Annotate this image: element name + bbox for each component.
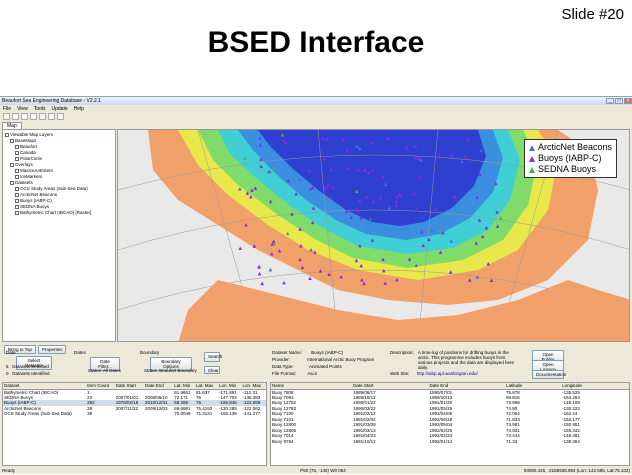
layer-checkbox[interactable] [10, 162, 14, 167]
description-text: A time-log of positions for drifting buo… [418, 350, 515, 370]
window-title: Beaufort Sea Engineering Database - V2.2… [2, 98, 101, 104]
table-cell: 38 [87, 411, 93, 417]
layer-checkbox[interactable] [15, 150, 19, 155]
dataset-name-row: Dataset Name: Buoys (IABP-C) [272, 350, 344, 355]
dataset-details: Dataset Name: Buoys (IABP-C) Provider: I… [270, 350, 630, 380]
layer-checkbox[interactable] [15, 198, 19, 203]
layer-checkbox[interactable] [10, 180, 14, 185]
zoom-out-icon[interactable] [30, 113, 37, 120]
file-format-row: File Format: Ascii [272, 371, 317, 376]
description-label: Description: [390, 350, 414, 355]
slide-number: Slide #20 [561, 6, 624, 23]
table-cell: 1992/01/14 [429, 438, 453, 444]
layer-checkbox[interactable] [10, 138, 14, 143]
full-extent-icon[interactable] [48, 113, 55, 120]
map-legend: ArcticNet Beacons Buoys (IABP-C) SEDNA B… [523, 139, 617, 178]
layer-checkbox[interactable] [15, 168, 19, 173]
title-bar: Beaufort Sea Engineering Database - V2.2… [0, 97, 632, 105]
documentation-button[interactable]: Documentation [532, 370, 566, 379]
legend-item-buoys: Buoys (IABP-C) [528, 153, 612, 164]
table-row[interactable]: OCS Study Areas (Sub-Sea Data) 38 70.0049 7… [3, 411, 266, 417]
data-group-label: Data [6, 350, 16, 355]
website-link[interactable]: http://iabp.apl.washington.edu/ [417, 371, 478, 376]
status-dates: Status: All Dates [88, 368, 122, 373]
map-view[interactable]: ArcticNet Beacons Buoys (IABP-C) SEDNA B… [117, 129, 630, 342]
layer-tree-panel: Viewable Map Layers BaseMaps Beaufort Canad… [2, 129, 116, 342]
search-controls: Data Select Datasets 5 Datasets Selected… [2, 350, 267, 380]
search-button[interactable]: Search [204, 352, 222, 362]
legend-item-sedna: SEDNA Buoys [528, 164, 612, 175]
items-grid[interactable]: Name Date Start Date End Latitude Longitude … [270, 382, 630, 466]
toolbar [0, 112, 632, 121]
status-right: 93090.426, -2165938.984 (Lon:-142.585, L… [523, 467, 630, 473]
bottom-panel: Data Select Datasets 5 Datasets Selected… [2, 350, 630, 468]
boundary-group-label: Boundary [140, 350, 160, 355]
maximize-button[interactable]: □ [615, 98, 623, 104]
clear-button[interactable]: Clear [204, 366, 220, 374]
menu-view[interactable]: View [17, 106, 28, 112]
table-cell: 70.0049 [174, 411, 191, 417]
status-left: Ready [2, 467, 16, 473]
open-icon[interactable] [3, 113, 10, 120]
arcticnet-beacon-icon [528, 144, 535, 151]
layer-checkbox[interactable] [15, 186, 19, 191]
table-cell: 1991/10/12 [353, 438, 376, 444]
menu-update[interactable]: Update [52, 106, 68, 112]
layer-checkbox[interactable] [5, 132, 9, 137]
layer-checkbox[interactable] [15, 144, 19, 149]
app-window: Beaufort Sea Engineering Database - V2.2… [0, 96, 632, 474]
datasets-selected-row: 5 Datasets Selected [6, 364, 49, 369]
table-cell: -155.139 [218, 411, 237, 417]
layer-checkbox[interactable] [15, 210, 19, 215]
status-center: P50 (76, -145) W0 084 [300, 467, 346, 473]
table-cell: Buoy 9794 [272, 438, 294, 444]
slide-title: BSED Interface [207, 26, 425, 59]
tree-item[interactable]: Bathymetric Chart (IBCAO) [Raster] [5, 210, 113, 216]
table-row[interactable]: Buoy 9794 1991/10/12 1992/01/14 71.33 -138.3… [271, 439, 629, 445]
table-cell: -141.277 [242, 411, 261, 417]
layer-checkbox[interactable] [15, 192, 19, 197]
identify-icon[interactable] [57, 113, 64, 120]
legend-item-arcticnet: ArcticNet Beacons [528, 142, 612, 153]
status-boundary: Status: Beaufort Boundary [144, 368, 197, 373]
table-cell: -138.364 [562, 438, 580, 444]
zoom-in-icon[interactable] [21, 113, 28, 120]
datasets-identified-row: 0 Datasets Identified [6, 371, 50, 376]
table-cell: OCS Study Areas (Sub-Sea Data) [4, 411, 72, 417]
table-cell [144, 411, 173, 417]
layer-checkbox[interactable] [15, 156, 19, 161]
datasets-grid[interactable]: Dataset Item Count Date Start Date End Lat. … [2, 382, 267, 466]
pan-icon[interactable] [39, 113, 46, 120]
layer-checkbox[interactable] [15, 174, 19, 179]
tab-strip: Map [0, 121, 632, 129]
sedna-buoy-icon [528, 166, 535, 173]
menu-help[interactable]: Help [74, 106, 84, 112]
print-icon[interactable] [12, 113, 19, 120]
layer-checkbox[interactable] [15, 204, 19, 209]
close-button[interactable]: × [624, 98, 632, 104]
minimize-button[interactable]: _ [606, 98, 614, 104]
dates-group-label: Dates [74, 350, 86, 355]
website-row: Web Site: http://iabp.apl.washington.edu… [390, 371, 478, 376]
tab-map[interactable]: Map [2, 122, 22, 129]
buoy-icon [528, 155, 535, 162]
data-type-row: Data Type: Animated Points [272, 364, 342, 369]
provider-row: Provider: International Arctic Buoy Prog… [272, 357, 375, 362]
menu-tools[interactable]: Tools [34, 106, 46, 112]
menu-bar: File View Tools Update Help [0, 105, 632, 112]
layer-tree: Viewable Map Layers BaseMaps Beaufort Canad… [3, 130, 115, 218]
table-cell: 71.3121 [196, 411, 213, 417]
table-cell: 71.33 [505, 438, 518, 444]
menu-file[interactable]: File [3, 106, 11, 112]
table-cell [115, 411, 144, 417]
